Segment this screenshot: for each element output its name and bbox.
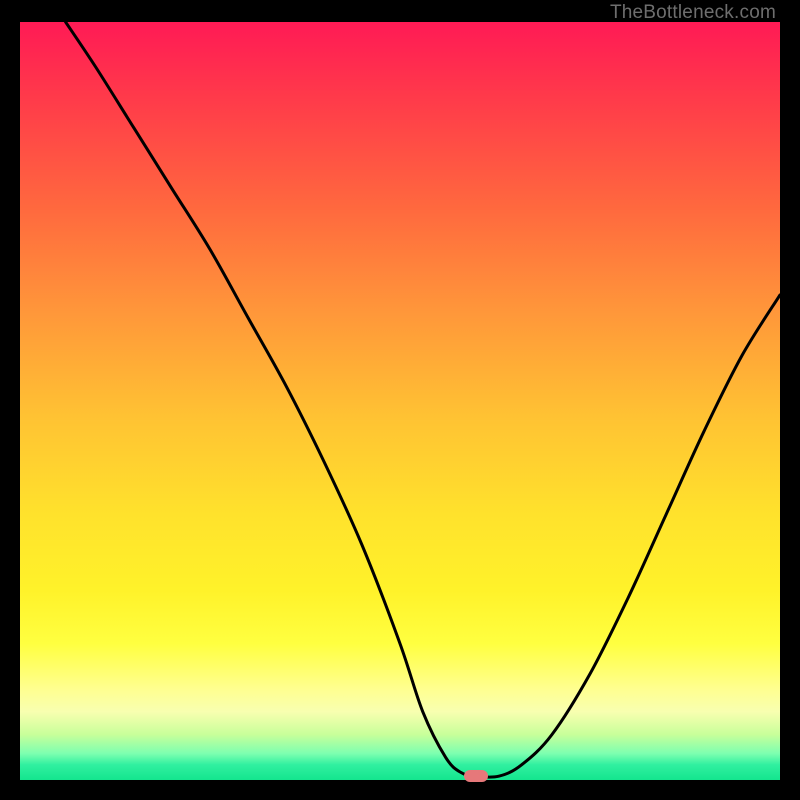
curve-svg [20, 22, 780, 780]
watermark-text: TheBottleneck.com [610, 2, 776, 24]
optimum-marker [464, 770, 488, 782]
bottleneck-curve [66, 22, 780, 777]
chart-container: TheBottleneck.com [0, 0, 800, 800]
plot-area [20, 22, 780, 780]
